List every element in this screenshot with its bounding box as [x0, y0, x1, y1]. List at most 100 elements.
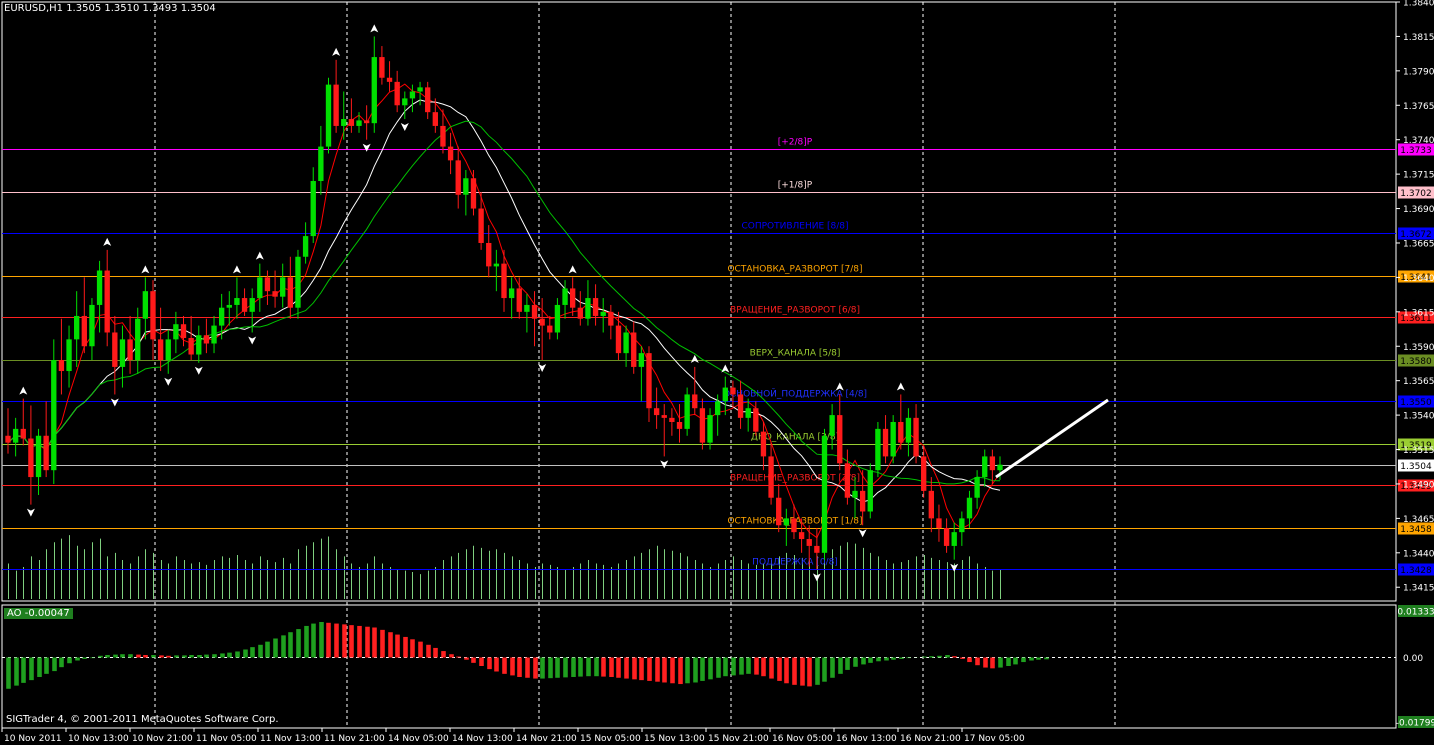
candle-body [249, 298, 255, 312]
y-tick-label: 1.3840 [1403, 0, 1434, 9]
candle-body [28, 438, 34, 478]
candle-body [631, 332, 637, 367]
level-label: ВЕРХ_КАНАЛА [5/8] [750, 349, 841, 359]
y-tick-label: 1.3465 [1403, 515, 1434, 525]
ao-plot-frame [1, 604, 1397, 729]
candle-body [96, 270, 103, 305]
candle-body [676, 421, 683, 429]
candle-body [333, 84, 339, 126]
candle-body [570, 288, 576, 308]
candle-body [791, 518, 797, 533]
candle-body [341, 119, 347, 126]
x-tick-label: 15 Nov 13:00 [644, 734, 705, 744]
candle-body [753, 408, 759, 432]
candle-body [867, 470, 873, 512]
y-tick-label: 1.3740 [1403, 136, 1434, 146]
candle-body [318, 146, 324, 182]
candle-body [592, 298, 599, 316]
candle-body [35, 435, 42, 478]
x-tick-label: 15 Nov 21:00 [708, 734, 769, 744]
x-tick-label: 17 Nov 05:00 [964, 734, 1025, 744]
fractal-up-icon [103, 237, 112, 246]
candle-body [577, 307, 583, 319]
price-tag-label: 1.3733 [1400, 146, 1432, 156]
candle-body [852, 490, 858, 498]
fractal-down-icon [812, 573, 821, 582]
candle-body [425, 87, 431, 113]
level-label: [+2/8]P [778, 138, 813, 148]
candle-body [234, 298, 240, 305]
candle-body [982, 456, 988, 478]
candle-body [463, 178, 469, 195]
candle-body [12, 428, 19, 443]
candle-body [20, 428, 26, 439]
chart-canvas[interactable]: [+2/8]P 1.3733 [+1/8]P 1.3702 СОПРОТИВЛЕНИЕ … [0, 0, 1434, 745]
candle-body [798, 532, 805, 540]
candle-body [585, 298, 591, 319]
candle-body [440, 125, 446, 147]
x-tick-label: 16 Nov 05:00 [772, 734, 833, 744]
candle-body [150, 291, 156, 340]
candle-body [478, 208, 484, 243]
x-tick-label: 11 Nov 13:00 [260, 734, 321, 744]
x-tick-label: 10 Nov 21:00 [132, 734, 193, 744]
candle-body [562, 288, 568, 305]
candle-body [547, 325, 553, 333]
x-tick-label: 14 Nov 21:00 [516, 734, 577, 744]
price-tag-label: 1.3580 [1400, 357, 1432, 367]
candle-body [783, 518, 790, 526]
fractal-up-icon [370, 24, 379, 33]
candle-body [531, 304, 538, 319]
candle-body [890, 421, 896, 457]
candle-body [157, 339, 164, 361]
candle-body [493, 263, 500, 267]
candle-body [104, 270, 110, 333]
candle-body [661, 415, 667, 418]
candle-body [989, 456, 996, 471]
fractal-up-icon [896, 382, 905, 391]
candle-body [913, 417, 919, 457]
y-tick-label: 1.3765 [1403, 102, 1434, 112]
x-tick-label: 15 Nov 05:00 [580, 734, 641, 744]
candle-body [814, 545, 820, 553]
y-tick-label: 1.3440 [1403, 549, 1434, 559]
fractal-down-icon [26, 508, 35, 517]
candle-body [447, 146, 454, 161]
candle-body [806, 539, 812, 546]
y-tick-label: 1.3715 [1403, 171, 1434, 181]
x-tick-label: 10 Nov 2011 [4, 734, 62, 744]
candle-body [142, 291, 149, 319]
y-tick-label: 1.3515 [1403, 446, 1434, 456]
fractal-up-icon [141, 265, 150, 274]
candle-body [180, 324, 187, 338]
candle-body [776, 497, 782, 526]
candle-body [997, 464, 1003, 471]
candle-body [173, 324, 179, 340]
y-tick-label: 1.3690 [1403, 205, 1434, 215]
candle-body [737, 394, 744, 418]
level-label: СОПРОТИВЛЕНИЕ [8/8] [741, 222, 848, 232]
candle-body [653, 408, 660, 416]
x-tick-label: 11 Nov 21:00 [324, 734, 385, 744]
fractal-up-icon [255, 251, 264, 260]
candle-body [119, 339, 126, 367]
candle-body [837, 415, 843, 464]
y-tick-label: 1.3590 [1403, 343, 1434, 353]
candle-body [974, 477, 980, 498]
y-tick-label: 1.3415 [1403, 584, 1434, 594]
candle-body [692, 394, 698, 409]
candle-body [539, 318, 545, 326]
candle-body [608, 311, 614, 326]
candle-body [898, 421, 904, 443]
price-tag-label: 1.3458 [1400, 525, 1432, 535]
candle-body [211, 325, 217, 344]
candle-body [516, 288, 522, 312]
candle-body [302, 236, 309, 257]
candle-body [218, 307, 225, 326]
candle-body [623, 332, 629, 354]
fractal-down-icon [194, 366, 203, 375]
candle-body [745, 408, 751, 418]
fractal-down-icon [400, 123, 409, 132]
candle-body [188, 337, 194, 355]
candle-body [226, 304, 232, 308]
